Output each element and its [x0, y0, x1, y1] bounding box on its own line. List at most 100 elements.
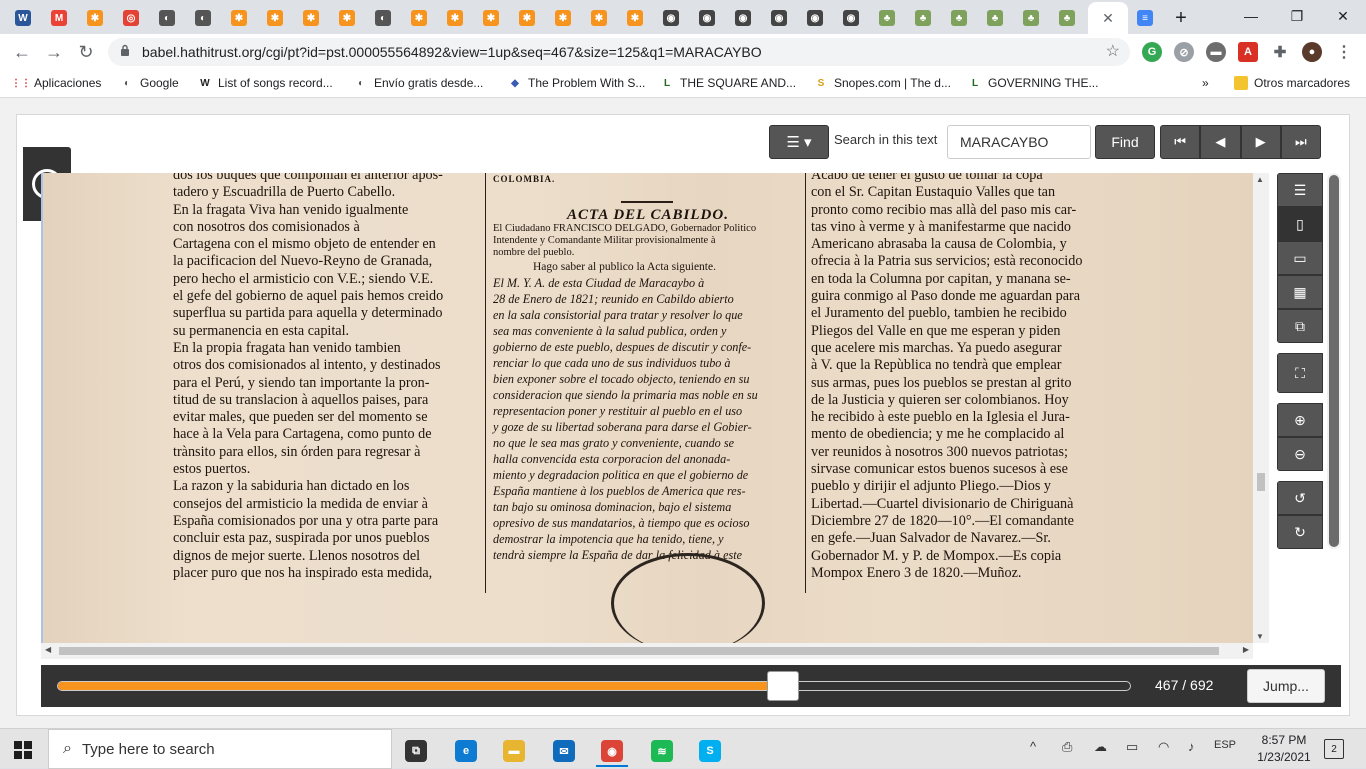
- text-view-button[interactable]: ⧉: [1277, 309, 1323, 343]
- system-tray-icon[interactable]: ^: [1030, 739, 1036, 754]
- progress-slider-handle[interactable]: [767, 671, 800, 701]
- two-page-view-button[interactable]: ▭: [1277, 241, 1323, 275]
- taskbar-app[interactable]: S: [688, 735, 732, 767]
- language-indicator[interactable]: ESP: [1214, 739, 1236, 751]
- puzzle-icon[interactable]: ✚: [1270, 42, 1290, 62]
- browser-tab[interactable]: ♣: [944, 6, 974, 30]
- browser-tab[interactable]: M: [44, 6, 74, 30]
- scroll-right-icon[interactable]: ▶: [1243, 645, 1249, 654]
- tool-rail-scrollbar[interactable]: [1327, 173, 1341, 549]
- reload-icon[interactable]: ↻: [74, 40, 98, 64]
- maximize-button[interactable]: ❐: [1274, 0, 1320, 32]
- browser-tab[interactable]: ✱: [296, 6, 326, 30]
- bookmark-item[interactable]: ◐ Envío gratis desde...: [354, 76, 483, 90]
- vertical-scrollbar[interactable]: ▲ ▼: [1253, 173, 1269, 643]
- scroll-up-icon[interactable]: ▲: [1256, 175, 1264, 184]
- flip-view-button[interactable]: ▯: [1277, 207, 1323, 241]
- acrobat-icon[interactable]: A: [1238, 42, 1258, 62]
- menu-icon[interactable]: ⋮: [1334, 42, 1354, 62]
- browser-tab[interactable]: ◎: [116, 6, 146, 30]
- browser-tab[interactable]: ◐: [152, 6, 182, 30]
- bookmark-item[interactable]: S Snopes.com | The d...: [814, 76, 951, 90]
- browser-tab[interactable]: ✱: [224, 6, 254, 30]
- system-tray-icon[interactable]: ▭: [1126, 739, 1138, 755]
- last-page-button[interactable]: ⏭: [1280, 125, 1321, 159]
- taskbar-app[interactable]: ✉: [542, 735, 586, 767]
- bookmark-star-icon[interactable]: ☆: [1106, 41, 1120, 61]
- browser-tab[interactable]: ✱: [332, 6, 362, 30]
- fullscreen-button[interactable]: ⛶: [1277, 353, 1323, 393]
- zoom-out-button[interactable]: ⊖: [1277, 437, 1323, 471]
- taskbar-app[interactable]: ◉: [590, 735, 634, 767]
- new-tab-button[interactable]: +: [1166, 6, 1196, 30]
- rotate-left-button[interactable]: ↺: [1277, 481, 1323, 515]
- browser-tab[interactable]: ✱: [548, 6, 578, 30]
- browser-tab[interactable]: ✱: [512, 6, 542, 30]
- scrollbar-thumb[interactable]: [1329, 175, 1339, 547]
- browser-tab[interactable]: ◉: [800, 6, 830, 30]
- docs-tab[interactable]: ≡: [1130, 6, 1160, 30]
- back-icon[interactable]: ←: [10, 40, 34, 64]
- clock[interactable]: 8:57 PM 1/23/2021: [1252, 732, 1316, 766]
- bookmark-item[interactable]: W List of songs record...: [198, 76, 332, 90]
- browser-tab[interactable]: ♣: [872, 6, 902, 30]
- browser-tab[interactable]: ✱: [404, 6, 434, 30]
- bookmark-item[interactable]: ◐ Google: [120, 76, 179, 90]
- bookmark-item[interactable]: ◆ The Problem With S...: [508, 76, 645, 90]
- browser-tab[interactable]: ◉: [764, 6, 794, 30]
- bookmark-item[interactable]: ⋮⋮ Aplicaciones: [11, 76, 101, 90]
- find-button[interactable]: Find: [1095, 125, 1155, 159]
- browser-tab[interactable]: ♣: [980, 6, 1010, 30]
- close-tab-icon[interactable]: ✕: [1102, 10, 1114, 27]
- avatar[interactable]: ●: [1302, 42, 1322, 62]
- close-window-button[interactable]: ✕: [1320, 0, 1366, 32]
- address-bar[interactable]: babel.hathitrust.org/cgi/pt?id=pst.00005…: [108, 38, 1130, 66]
- bookmarks-more-button[interactable]: »: [1202, 76, 1209, 90]
- system-tray-icon[interactable]: ☁: [1094, 739, 1107, 755]
- browser-tab[interactable]: ♣: [908, 6, 938, 30]
- system-tray-icon[interactable]: ◠: [1158, 739, 1169, 755]
- page-scan-viewer[interactable]: dos los buques que componian el anterior…: [41, 173, 1253, 643]
- browser-tab[interactable]: W: [8, 6, 38, 30]
- previous-page-button[interactable]: ◀: [1200, 125, 1241, 159]
- grammarly-icon[interactable]: G: [1142, 42, 1162, 62]
- scroll-down-icon[interactable]: ▼: [1256, 632, 1264, 641]
- scroll-left-icon[interactable]: ◀: [45, 645, 51, 654]
- jump-button[interactable]: Jump...: [1247, 669, 1325, 703]
- first-page-button[interactable]: ⏮: [1160, 125, 1201, 159]
- search-in-text-input[interactable]: [947, 125, 1091, 159]
- browser-tab[interactable]: ◉: [836, 6, 866, 30]
- taskbar-app[interactable]: ▬: [492, 735, 536, 767]
- browser-tab[interactable]: ♣: [1052, 6, 1082, 30]
- bookmark-item[interactable]: L THE SQUARE AND...: [660, 76, 796, 90]
- browser-tab[interactable]: ✱: [584, 6, 614, 30]
- browser-tab[interactable]: ◉: [656, 6, 686, 30]
- other-bookmarks-folder[interactable]: Otros marcadores: [1234, 76, 1350, 90]
- zoom-in-button[interactable]: ⊕: [1277, 403, 1323, 437]
- browser-tab[interactable]: ♣: [1016, 6, 1046, 30]
- taskbar-app[interactable]: ⧉: [394, 735, 438, 767]
- browser-tab[interactable]: ✱: [476, 6, 506, 30]
- browser-tab[interactable]: ◉: [692, 6, 722, 30]
- minimize-button[interactable]: —: [1228, 0, 1274, 32]
- rotate-right-button[interactable]: ↻: [1277, 515, 1323, 549]
- scroll-view-button[interactable]: ☰: [1277, 173, 1323, 207]
- progress-track[interactable]: [57, 681, 1131, 691]
- system-tray-icon[interactable]: ♪: [1188, 739, 1195, 754]
- taskbar-app[interactable]: ≋: [640, 735, 684, 767]
- browser-tab[interactable]: ◐: [188, 6, 218, 30]
- extension-icon[interactable]: ⊘: [1174, 42, 1194, 62]
- horizontal-scrollbar[interactable]: ◀ ▶: [41, 643, 1253, 659]
- extension-icon[interactable]: ▬: [1206, 42, 1226, 62]
- browser-tab[interactable]: ✱: [620, 6, 650, 30]
- scrollbar-thumb[interactable]: [59, 647, 1219, 655]
- next-page-button[interactable]: ▶: [1240, 125, 1281, 159]
- thumbnail-view-button[interactable]: ▦: [1277, 275, 1323, 309]
- view-mode-menu-button[interactable]: ☰ ▾: [769, 125, 829, 159]
- browser-tab[interactable]: ✱: [260, 6, 290, 30]
- browser-tab[interactable]: ◐: [368, 6, 398, 30]
- scrollbar-thumb[interactable]: [1257, 473, 1265, 491]
- taskbar-app[interactable]: e: [444, 735, 488, 767]
- active-tab[interactable]: ✕: [1088, 2, 1128, 34]
- forward-icon[interactable]: →: [42, 40, 66, 64]
